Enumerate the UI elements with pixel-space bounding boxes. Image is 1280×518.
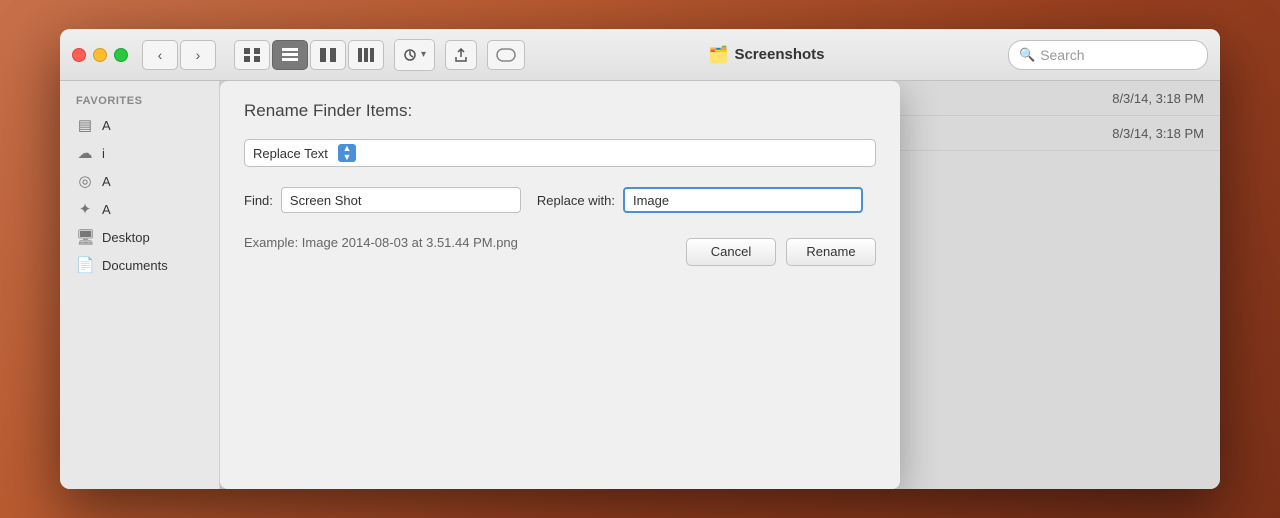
- sidebar-item-apps[interactable]: ✦ A: [60, 195, 219, 223]
- sidebar-item-documents[interactable]: 📄 Documents: [60, 251, 219, 279]
- sidebar-item-label-airdrop: A: [102, 174, 111, 189]
- dropdown-row: Replace Text ▲ ▼: [244, 139, 876, 167]
- dialog-buttons: Cancel Rename: [686, 238, 876, 266]
- dropdown-arrows-icon: ▲ ▼: [338, 144, 356, 162]
- documents-icon: 📄: [76, 256, 94, 274]
- action-dropdown[interactable]: Replace Text ▲ ▼: [244, 139, 876, 167]
- sidebar-item-airdrop[interactable]: ◎ A: [60, 167, 219, 195]
- sidebar-item-label-apps: A: [102, 202, 111, 217]
- sidebar-item-label-all: A: [102, 118, 111, 133]
- bottom-bar: Example: Image 2014-08-03 at 3.51.44 PM.…: [244, 231, 876, 268]
- find-field-group: Find:: [244, 187, 521, 213]
- traffic-lights: [72, 48, 128, 62]
- tag-button[interactable]: [487, 40, 525, 70]
- sidebar-item-label-desktop: Desktop: [102, 230, 150, 245]
- fields-row: Find: Replace with:: [244, 187, 876, 213]
- replace-label: Replace with:: [537, 193, 615, 208]
- sidebar-item-all-my-files[interactable]: ▤ A: [60, 111, 219, 139]
- dialog-overlay: Rename Finder Items: Replace Text ▲ ▼: [220, 81, 1220, 489]
- replace-input[interactable]: [623, 187, 863, 213]
- gallery-view-button[interactable]: [348, 40, 384, 70]
- apps-icon: ✦: [76, 200, 94, 218]
- cancel-button[interactable]: Cancel: [686, 238, 776, 266]
- find-label: Find:: [244, 193, 273, 208]
- search-icon: 🔍: [1019, 47, 1035, 63]
- search-placeholder: Search: [1040, 47, 1084, 63]
- finder-window: ‹ ›: [60, 29, 1220, 489]
- window-title-area: 🗂️ Screenshots: [535, 45, 998, 65]
- sidebar-item-desktop[interactable]: 🖥 Desktop: [60, 223, 219, 251]
- sidebar-item-label-icloud: i: [102, 146, 105, 161]
- file-area: Screen Shot 2014-08-03 at 3.18.45 PM 8/3…: [220, 81, 1220, 489]
- icloud-icon: ☁: [76, 144, 94, 162]
- back-button[interactable]: ‹: [142, 40, 178, 70]
- arrange-button[interactable]: ▾: [395, 40, 434, 70]
- sidebar-section-favorites: Favorites: [60, 91, 219, 111]
- find-input[interactable]: [281, 187, 521, 213]
- forward-button[interactable]: ›: [180, 40, 216, 70]
- sidebar-item-icloud[interactable]: ☁ i: [60, 139, 219, 167]
- sidebar-item-label-documents: Documents: [102, 258, 168, 273]
- dropdown-label: Replace Text: [253, 146, 328, 161]
- list-view-button[interactable]: [272, 40, 308, 70]
- replace-field-group: Replace with:: [537, 187, 863, 213]
- rename-dialog: Rename Finder Items: Replace Text ▲ ▼: [220, 81, 900, 489]
- nav-buttons: ‹ ›: [142, 40, 216, 70]
- arrange-chevron: ▾: [421, 49, 426, 60]
- search-box[interactable]: 🔍 Search: [1008, 40, 1208, 70]
- minimize-button[interactable]: [93, 48, 107, 62]
- sidebar: Favorites ▤ A ☁ i ◎ A ✦ A 🖥 Desktop: [60, 81, 220, 489]
- desktop-icon: 🖥: [76, 228, 94, 246]
- close-button[interactable]: [72, 48, 86, 62]
- rename-button[interactable]: Rename: [786, 238, 876, 266]
- maximize-button[interactable]: [114, 48, 128, 62]
- example-text: Example: Image 2014-08-03 at 3.51.44 PM.…: [244, 235, 518, 250]
- main-content: Favorites ▤ A ☁ i ◎ A ✦ A 🖥 Desktop: [60, 81, 1220, 489]
- all-files-icon: ▤: [76, 116, 94, 134]
- titlebar: ‹ ›: [60, 29, 1220, 81]
- window-title: Screenshots: [734, 46, 824, 63]
- folder-icon: 🗂️: [709, 45, 729, 65]
- airdrop-icon: ◎: [76, 172, 94, 190]
- column-view-button[interactable]: [310, 40, 346, 70]
- dialog-title: Rename Finder Items:: [244, 101, 876, 121]
- view-buttons: [234, 40, 384, 70]
- action-button[interactable]: [445, 40, 477, 70]
- icon-view-button[interactable]: [234, 40, 270, 70]
- arrange-group: ▾: [394, 39, 435, 71]
